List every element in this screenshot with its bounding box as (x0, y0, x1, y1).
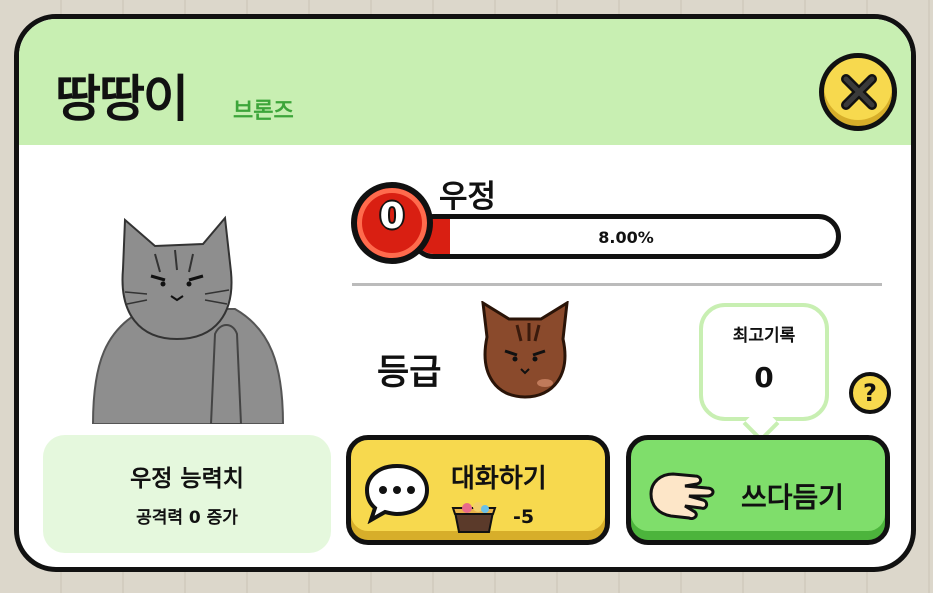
divider (352, 283, 882, 286)
grade-label: 등급 (377, 353, 442, 393)
food-box-icon (451, 502, 497, 533)
hand-icon (649, 472, 715, 520)
cat-portrait (91, 215, 285, 424)
friendship-progress-bar: 8.00% (411, 214, 841, 259)
help-icon: ? (863, 379, 877, 407)
talk-cost: -5 (513, 506, 535, 528)
cat-info-dialog: 땅땅이 브론즈 우정 능력치 공격력 0 증가 우정 8.00% 0 등급 최고… (14, 14, 916, 572)
help-button[interactable]: ? (849, 372, 891, 414)
grade-cat-icon (481, 301, 569, 399)
talk-button[interactable]: 대화하기 -5 (346, 435, 610, 545)
stat-description: 공격력 0 증가 (136, 508, 238, 528)
stat-title: 우정 능력치 (130, 466, 244, 492)
dialog-header: 땅땅이 브론즈 (19, 19, 911, 145)
talk-label: 대화하기 (451, 464, 547, 494)
friendship-level-badge: 0 (351, 182, 433, 264)
best-record-value: 0 (754, 361, 774, 394)
friendship-level: 0 (379, 196, 405, 237)
friendship-percent: 8.00% (598, 228, 654, 247)
best-record-title: 최고기록 (732, 326, 796, 346)
best-record-bubble: 최고기록 0 (699, 303, 829, 421)
cat-rank: 브론즈 (233, 99, 294, 124)
friendship-stat-box: 우정 능력치 공격력 0 증가 (43, 435, 331, 553)
pet-button[interactable]: 쓰다듬기 (626, 435, 890, 545)
friendship-label: 우정 (439, 179, 497, 215)
close-button[interactable] (819, 53, 897, 131)
cat-name: 땅땅이 (55, 70, 189, 128)
close-icon (841, 74, 877, 110)
chat-bubble-icon (364, 463, 430, 524)
pet-label: 쓰다듬기 (741, 481, 845, 514)
